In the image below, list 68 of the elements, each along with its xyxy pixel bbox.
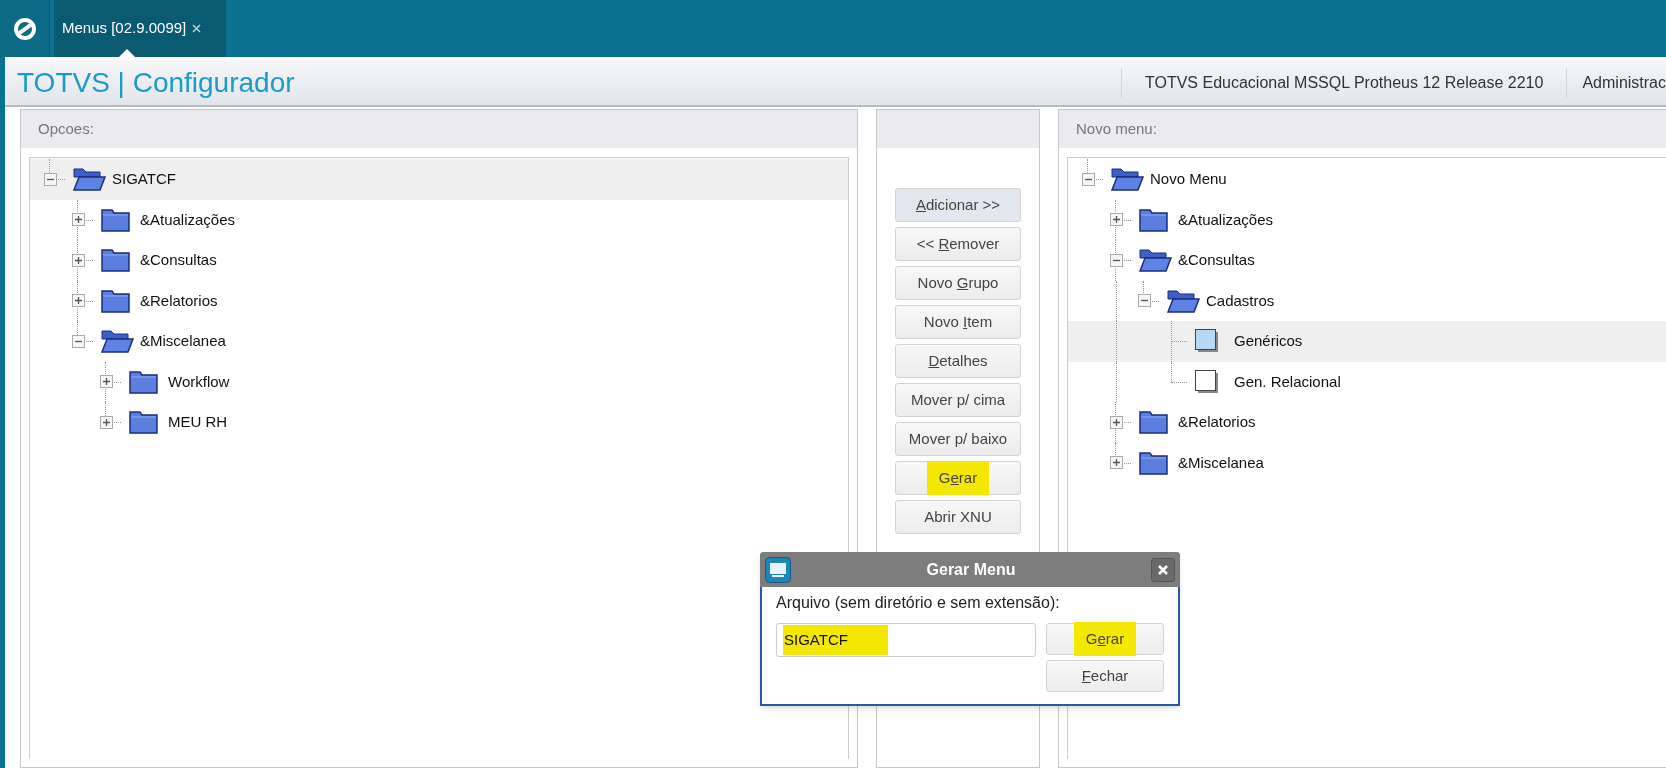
folder-icon [1138, 449, 1170, 476]
panel-title: Novo menu: [1059, 110, 1666, 148]
tree-row[interactable]: Genéricos [1068, 321, 1666, 362]
monitor-icon [765, 556, 791, 583]
logo-icon [12, 16, 37, 41]
tree-row[interactable]: &Miscelanea [1068, 442, 1666, 483]
tree-row[interactable]: &Consultas [1068, 240, 1666, 281]
expand-icon[interactable] [1109, 213, 1123, 227]
app-title: TOTVS | Configurador [16, 65, 296, 100]
folder-icon [100, 206, 132, 233]
action-button[interactable]: Detalhes [895, 344, 1021, 378]
collapse-icon[interactable] [43, 172, 57, 186]
panel-title: Opcoes: [21, 110, 857, 148]
dialog-button[interactable]: Fechar [1046, 660, 1164, 692]
user-label: Administrac [1581, 72, 1666, 93]
folder-icon [1138, 409, 1170, 436]
file-name-field[interactable]: SIGATCF [776, 623, 1036, 657]
action-button[interactable]: Adicionar >> [895, 188, 1021, 222]
field-label: Arquivo (sem diretório e sem extensão): [776, 593, 1061, 613]
dialog-button[interactable]: Gerar [1046, 623, 1164, 655]
tree-row[interactable]: MEU RH [30, 402, 848, 443]
expand-icon[interactable] [71, 253, 85, 267]
tree-row[interactable]: &Relatorios [1068, 402, 1666, 443]
tree-row[interactable]: &Atualizações [30, 199, 848, 240]
expand-icon[interactable] [1109, 415, 1123, 429]
folder-icon [128, 409, 160, 436]
action-button[interactable]: << Remover [895, 227, 1021, 261]
tab-pointer-icon [119, 49, 135, 57]
expand-icon[interactable] [99, 415, 113, 429]
close-icon[interactable] [192, 24, 202, 33]
folder-icon [128, 368, 160, 395]
open-folder-icon [1110, 166, 1144, 193]
open-folder-icon [1138, 247, 1172, 274]
environment-label: TOTVS Educacional MSSQL Protheus 12 Release 2210 [1143, 72, 1545, 93]
tree-row[interactable]: &Miscelanea [30, 321, 848, 362]
dialog-title: Gerar Menu [925, 559, 1017, 580]
action-button[interactable]: Novo Item [895, 305, 1021, 339]
open-folder-icon [100, 328, 134, 355]
close-button[interactable] [1151, 557, 1175, 582]
collapse-icon[interactable] [1137, 294, 1151, 308]
collapse-icon[interactable] [71, 334, 85, 348]
tree-row[interactable]: &Atualizações [1068, 199, 1666, 240]
expand-icon[interactable] [99, 375, 113, 389]
action-button[interactable]: Mover p/ cima [895, 383, 1021, 417]
collapse-icon[interactable] [1109, 253, 1123, 267]
open-folder-icon [1166, 287, 1200, 314]
tree-row[interactable]: Novo Menu [1068, 159, 1666, 200]
folder-icon [100, 287, 132, 314]
action-button[interactable]: Abrir XNU [895, 500, 1021, 534]
expand-icon[interactable] [71, 294, 85, 308]
open-folder-icon [72, 166, 106, 193]
folder-icon [1138, 206, 1170, 233]
expand-icon[interactable] [1109, 456, 1123, 470]
tree-row[interactable]: SIGATCF [30, 159, 848, 200]
tree-row[interactable]: &Relatorios [30, 280, 848, 321]
action-button[interactable]: Mover p/ baixo [895, 422, 1021, 456]
close-icon [1158, 564, 1168, 575]
folder-icon [100, 247, 132, 274]
tree-row[interactable]: Workflow [30, 361, 848, 402]
tab[interactable]: Menus [02.9.0099] [54, 0, 226, 57]
tree-row[interactable]: Cadastros [1068, 280, 1666, 321]
home-button[interactable] [0, 0, 50, 57]
action-button[interactable]: Gerar [895, 461, 1021, 495]
tree-row[interactable]: Gen. Relacional [1068, 361, 1666, 402]
tree-row[interactable]: &Consultas [30, 240, 848, 281]
action-button[interactable]: Novo Grupo [895, 266, 1021, 300]
collapse-icon[interactable] [1081, 172, 1095, 186]
expand-icon[interactable] [71, 213, 85, 227]
